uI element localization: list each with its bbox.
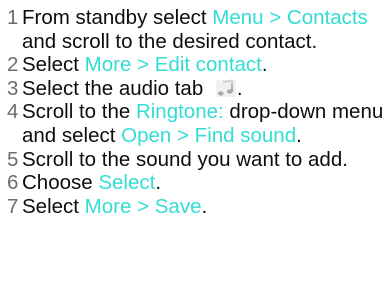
step-6: 6 Choose Select.	[7, 171, 387, 195]
menu-path-highlight: More > Edit contact	[84, 53, 262, 77]
step-text: Select	[22, 53, 85, 77]
step-number: 1	[7, 6, 19, 29]
step-number: 5	[7, 147, 19, 171]
step-text: and scroll to the desired contact.	[22, 29, 318, 53]
step-text: From standby select	[22, 6, 213, 29]
step-text: Select	[22, 194, 85, 218]
music-note-icon	[215, 78, 237, 98]
step-7: 7 Select More > Save.	[7, 195, 387, 219]
step-2: 2 Select More > Edit contact.	[7, 53, 387, 77]
step-4: 4 Scroll to the Ringtone: drop-down menu …	[7, 100, 387, 147]
step-text: .	[261, 53, 268, 77]
instruction-steps: 1 From standby select Menu > Contacts and…	[7, 6, 387, 218]
step-3: 3 Select the audio tab .	[7, 77, 387, 101]
step-number: 7	[7, 194, 19, 218]
step-number: 4	[7, 100, 19, 124]
step-text: Scroll to the sound you want to add.	[22, 147, 348, 171]
menu-path-highlight: Select	[98, 171, 156, 195]
step-text: .	[201, 194, 208, 218]
step-number: 2	[7, 53, 19, 77]
step-number: 3	[7, 76, 19, 100]
menu-path-highlight: Menu > Contacts	[212, 6, 368, 29]
field-name-highlight: Ringtone:	[135, 100, 224, 124]
step-text: .	[155, 171, 162, 195]
step-text: Select the audio tab	[22, 76, 209, 100]
step-5: 5 Scroll to the sound you want to add.	[7, 148, 387, 172]
step-text: .	[296, 123, 302, 147]
menu-path-highlight: Open > Find sound	[121, 123, 297, 147]
step-number: 6	[7, 171, 19, 195]
step-text: .	[236, 76, 243, 100]
step-text: Scroll to the	[22, 100, 136, 124]
step-text: Choose	[22, 171, 99, 195]
menu-path-highlight: More > Save	[84, 194, 202, 218]
step-1: 1 From standby select Menu > Contacts and…	[7, 6, 387, 53]
